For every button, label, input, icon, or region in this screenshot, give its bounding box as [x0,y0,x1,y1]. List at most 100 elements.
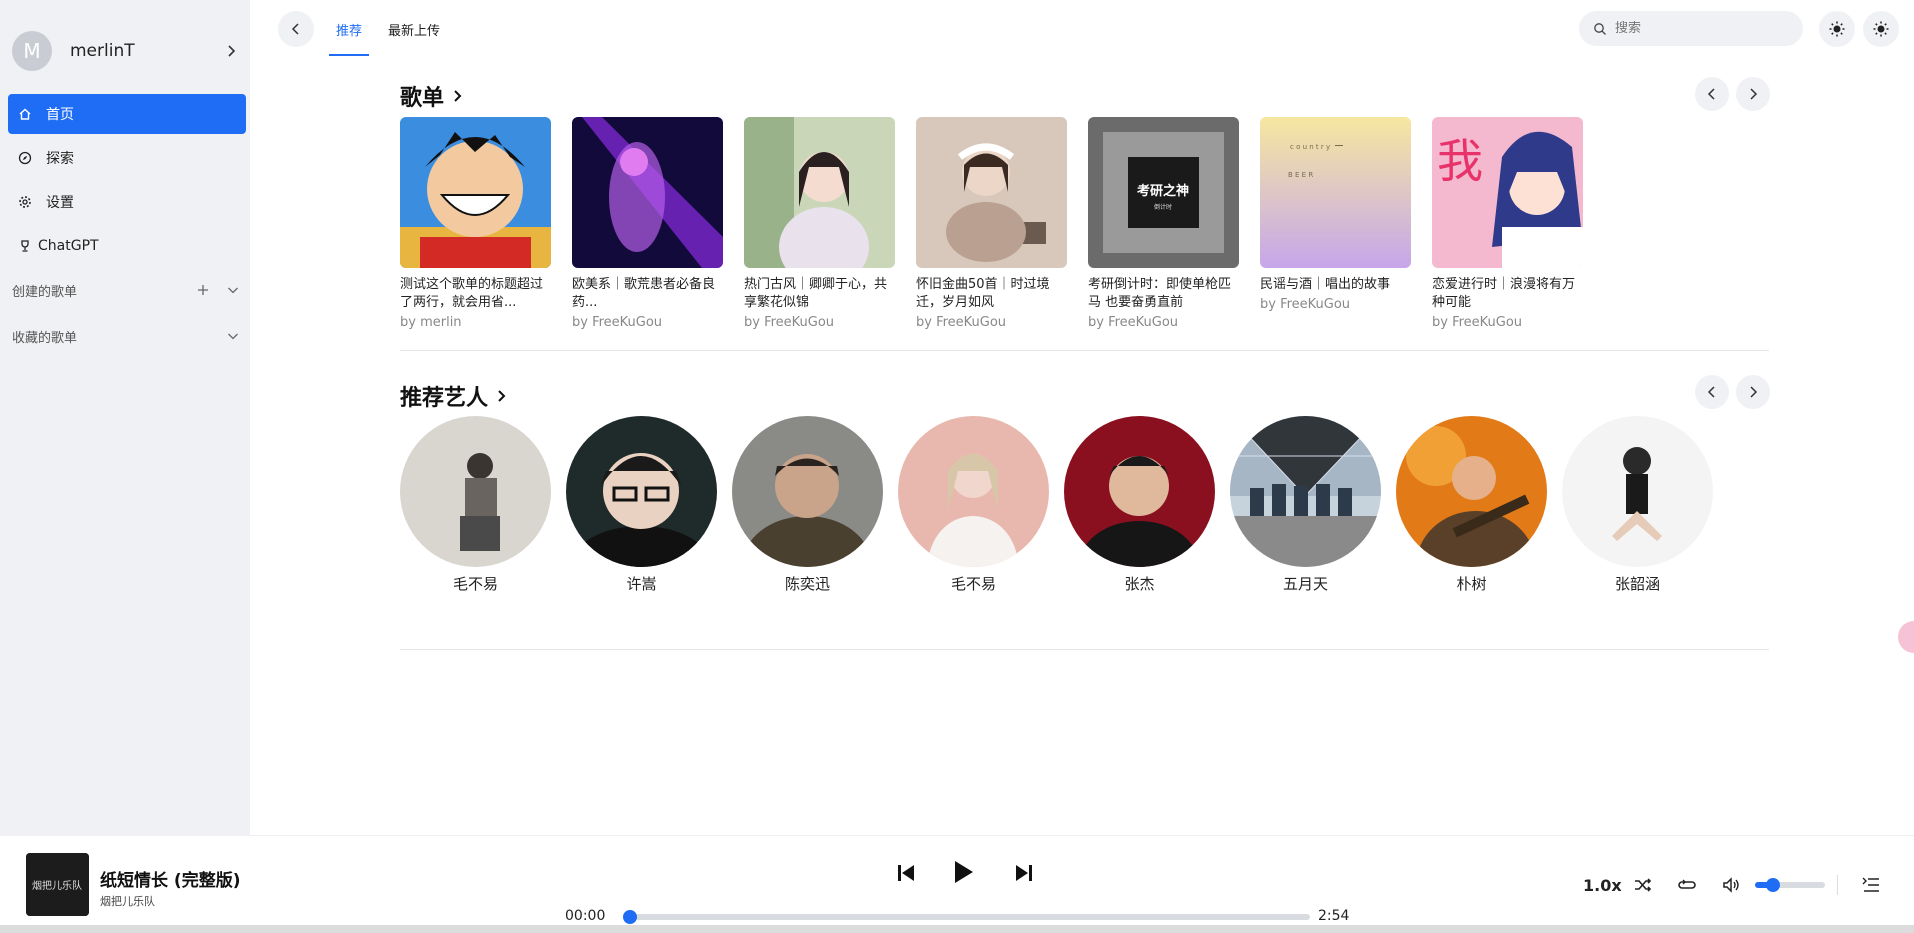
now-playing-cover[interactable]: 烟把儿乐队 [26,853,89,916]
playback-speed-button[interactable]: 1.0x [1583,876,1622,895]
created-playlists-header[interactable]: 创建的歌单 [12,279,240,301]
playlist-card[interactable]: 测试这个歌单的标题超过了两行，就会用省... by merlin [400,117,551,332]
plus-icon[interactable] [196,283,210,297]
compass-icon [18,151,32,165]
playlist-author: by FreeKuGou [1260,297,1351,312]
search-input[interactable] [1615,21,1785,36]
progress-handle[interactable] [623,910,637,924]
avatar: M [12,31,52,71]
playlist-card[interactable]: c o u n t r y B E E R 民谣与酒｜唱出的故事 by FreeK… [1260,117,1411,332]
repeat-icon [1678,879,1696,889]
svg-text:考研之神: 考研之神 [1137,183,1189,199]
volume-handle[interactable] [1765,878,1780,892]
username: merlinT [70,41,135,61]
sidebar-item-explore[interactable]: 探索 [8,138,246,178]
svg-text:倒计时: 倒计时 [1154,203,1172,211]
artist-card[interactable]: 陈奕迅 [732,416,883,594]
artist-photo [1230,416,1381,567]
skip-forward-icon [1016,865,1032,881]
artists-section-title[interactable]: 推荐艺人 [400,380,510,412]
tab-recommend[interactable]: 推荐 [328,18,370,56]
artist-card[interactable]: 毛不易 [400,416,551,594]
svg-text:c o u n t r y: c o u n t r y [1290,143,1330,151]
search-box[interactable] [1579,11,1803,46]
playlists-next-button[interactable] [1736,77,1770,111]
player-bar: 烟把儿乐队 纸短情长 (完整版) 烟把儿乐队 00:00 2:54 1.0x [0,835,1914,933]
volume-icon [1723,877,1739,893]
sidebar: M merlinT 首页 探索 设置 ChatGPT 创建的歌单 收藏的歌单 [0,0,250,835]
playlist-card[interactable]: 考研之神倒计时 考研倒计时：即使单枪匹马 也要奋勇直前 by FreeKuGou [1088,117,1239,332]
playlists-prev-button[interactable] [1695,77,1729,111]
sun-icon [1829,21,1845,37]
sidebar-item-home[interactable]: 首页 [8,94,246,134]
playlist-card[interactable]: 欧美系｜歌荒患者必备良药... by FreeKuGou [572,117,723,332]
artists-prev-button[interactable] [1695,375,1729,409]
artist-name: 毛不易 [452,575,498,593]
play-button[interactable] [946,855,980,889]
playlist-name: 欧美系｜歌荒患者必备良药... [572,277,716,310]
volume-slider[interactable] [1755,878,1825,892]
playlists-section-title[interactable]: 歌单 [400,80,466,112]
user-profile[interactable]: M merlinT [12,30,238,72]
settings-button[interactable] [1863,11,1899,47]
now-playing-title[interactable]: 纸短情长 (完整版) [100,866,240,891]
back-button[interactable] [278,11,314,47]
playlist-cover: 考研之神 倒计时 [1088,117,1239,268]
chevron-down-icon[interactable] [226,329,240,343]
tab-latest-upload[interactable]: 最新上传 [382,18,446,56]
sidebar-item-chatgpt[interactable]: ChatGPT [8,226,246,266]
playlist-author: by FreeKuGou [1432,315,1523,330]
playlist-author: by merlin [400,315,462,330]
queue-button[interactable] [1860,874,1882,896]
artist-card[interactable]: 朴树 [1396,416,1547,594]
total-time: 2:54 [1318,908,1350,924]
sidebar-item-settings[interactable]: 设置 [8,182,246,222]
playlist-cover [400,117,551,268]
chevron-left-icon [291,23,299,35]
window-bottom-edge [0,925,1914,933]
chevron-right-icon [454,90,462,102]
floating-assistant-icon[interactable] [1898,621,1914,653]
playlist-card[interactable]: 热门古风｜卿卿于心，共享繁花似锦 by FreeKuGou [744,117,895,332]
artist-card[interactable]: 张杰 [1064,416,1215,594]
chevron-right-icon [228,45,236,57]
playlist-row: 测试这个歌单的标题超过了两行，就会用省... by merlin 欧美系｜歌荒患… [400,117,1604,332]
playlist-cover [572,117,723,268]
gear-icon [19,196,31,208]
current-time: 00:00 [565,908,606,924]
artist-card[interactable]: 毛不易 [898,416,1049,594]
artist-photo [1064,416,1215,567]
home-icon [19,108,31,120]
playlist-card[interactable]: 怀旧金曲50首｜时过境迁，岁月如风 by FreeKuGou [916,117,1067,332]
shuffle-button[interactable] [1632,874,1654,896]
playlist-author: by FreeKuGou [572,315,663,330]
now-playing-artist[interactable]: 烟把儿乐队 [100,893,155,909]
playlist-author: by FreeKuGou [1088,315,1179,330]
previous-button[interactable] [893,860,919,886]
favorite-playlists-header[interactable]: 收藏的歌单 [12,325,240,347]
artists-next-button[interactable] [1736,375,1770,409]
svg-text:烟把儿乐队: 烟把儿乐队 [32,879,82,892]
artist-name: 张韶涵 [1614,575,1660,593]
chevron-down-icon[interactable] [226,283,240,297]
artist-photo [400,416,551,567]
sidebar-item-label: ChatGPT [38,238,99,254]
shuffle-icon [1635,878,1652,892]
trophy-icon [21,240,29,252]
artist-card[interactable]: 张韶涵 [1562,416,1713,594]
play-icon [955,861,973,883]
top-tabs: 推荐 最新上传 [328,18,460,56]
section-heading: 推荐艺人 [400,386,489,411]
artist-name: 张杰 [1124,575,1155,593]
svg-text:B E E R: B E E R [1288,171,1313,179]
chevron-left-icon [1707,386,1715,398]
artist-card[interactable]: 许嵩 [566,416,717,594]
artist-card[interactable]: 五月天 [1230,416,1381,594]
repeat-button[interactable] [1676,874,1698,896]
theme-toggle-button[interactable] [1819,11,1855,47]
progress-bar[interactable] [623,910,1310,924]
playlist-card[interactable]: 我 恋爱进行时｜浪漫将有万种可能 by FreeKuGou [1432,117,1583,332]
volume-button[interactable] [1720,874,1742,896]
playlist-name: 考研倒计时：即使单枪匹马 也要奋勇直前 [1088,277,1232,310]
next-button[interactable] [1011,860,1037,886]
